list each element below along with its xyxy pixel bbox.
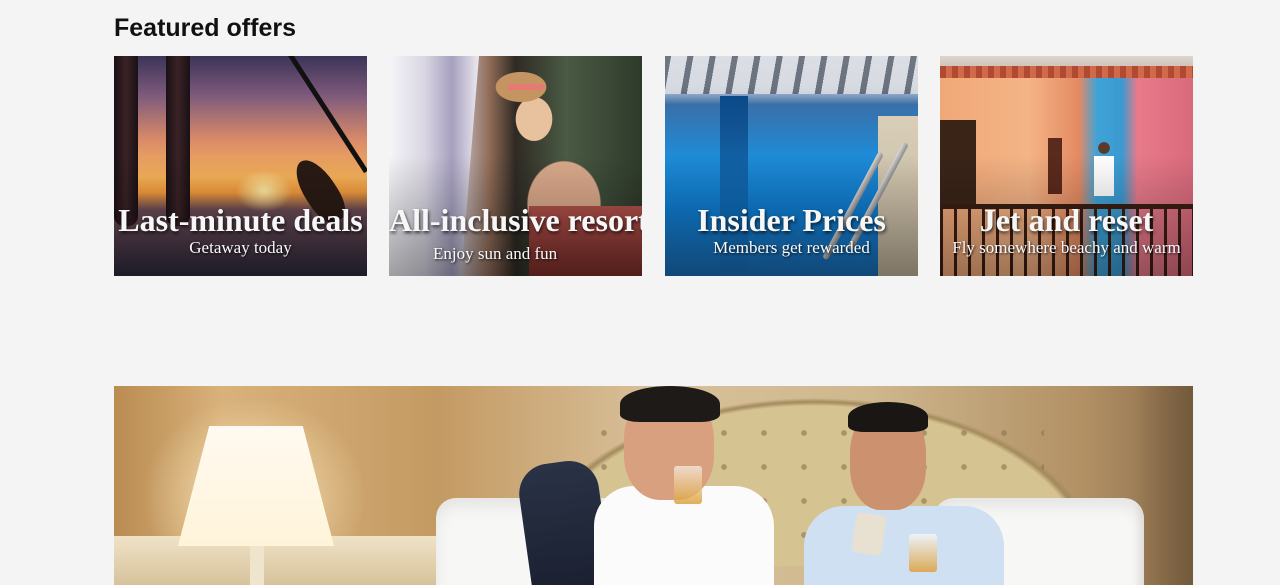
hero-banner-image[interactable] — [114, 386, 1193, 585]
offer-card-all-inclusive-resorts[interactable]: All-inclusive resorts Enjoy sun and fun — [389, 56, 642, 276]
drink-glass — [674, 466, 702, 504]
featured-offers-heading: Featured offers — [114, 14, 296, 42]
offer-title: Last-minute deals — [118, 202, 363, 238]
offer-subtitle: Enjoy sun and fun — [433, 244, 558, 263]
offer-card-jet-and-reset[interactable]: Jet and reset Fly somewhere beachy and w… — [940, 56, 1193, 276]
offer-title: Jet and reset — [979, 202, 1154, 238]
drink-glass — [909, 534, 937, 572]
offer-card-last-minute-deals[interactable]: Last-minute deals Getaway today — [114, 56, 367, 276]
man-figure-left — [515, 386, 774, 585]
offer-title: All-inclusive resorts — [389, 202, 642, 238]
offer-subtitle: Fly somewhere beachy and warm — [952, 238, 1181, 257]
smartphone — [851, 512, 887, 556]
offer-card-insider-prices[interactable]: Insider Prices Members get rewarded — [665, 56, 918, 276]
offer-subtitle: Getaway today — [189, 238, 292, 257]
offer-subtitle: Members get rewarded — [713, 238, 870, 257]
offer-title: Insider Prices — [697, 202, 886, 238]
featured-offers-list: Last-minute deals Getaway today All-incl… — [114, 56, 1193, 276]
